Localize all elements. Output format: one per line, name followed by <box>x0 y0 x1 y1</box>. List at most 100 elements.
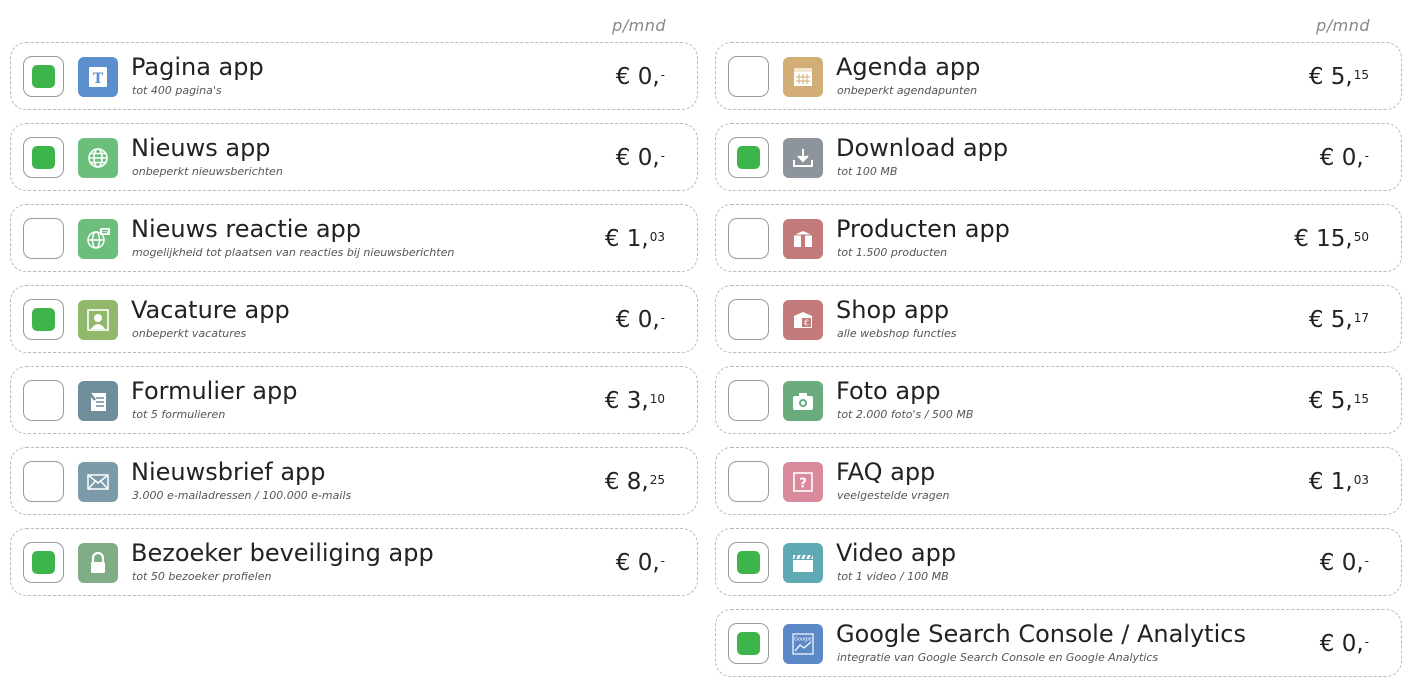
camera-icon <box>783 381 823 421</box>
price-main: € 0, <box>615 64 660 90</box>
app-subtitle: tot 100 MB <box>837 165 898 178</box>
app-checkbox[interactable] <box>728 299 769 340</box>
app-row-nieuws-reactie-app[interactable]: Nieuws reactie app mogelijkheid tot plaat… <box>10 204 698 272</box>
app-row-shop-app[interactable]: € Shop app alle webshop functies € 5,17 <box>715 285 1402 353</box>
calendar-icon <box>783 57 823 97</box>
app-subtitle: tot 1 video / 100 MB <box>837 570 949 583</box>
app-checkbox[interactable] <box>728 623 769 664</box>
app-price: € 1,03 <box>1309 468 1369 496</box>
app-title: Producten app <box>836 215 1010 243</box>
price-cents: 50 <box>1353 230 1369 244</box>
left-column: p/mnd T Pagina app tot 400 pagina's € 0,- Ni… <box>10 0 698 609</box>
price-cents: 17 <box>1353 311 1369 325</box>
price-main: € 5, <box>1308 388 1353 414</box>
app-title: Nieuws reactie app <box>131 215 362 243</box>
app-subtitle: veelgestelde vragen <box>837 489 950 502</box>
price-main: € 15, <box>1294 226 1353 252</box>
app-checkbox[interactable] <box>728 542 769 583</box>
app-subtitle: tot 1.500 producten <box>837 246 948 259</box>
app-row-download-app[interactable]: Download app tot 100 MB € 0,- <box>715 123 1402 191</box>
app-subtitle: tot 5 formulieren <box>132 408 226 421</box>
app-checkbox[interactable] <box>23 461 64 502</box>
app-checkbox[interactable] <box>23 542 64 583</box>
envelope-icon <box>78 462 118 502</box>
app-title: Pagina app <box>131 53 264 81</box>
price-main: € 1, <box>604 226 649 252</box>
app-title: Agenda app <box>836 53 981 81</box>
app-subtitle: onbeperkt vacatures <box>132 327 247 340</box>
price-main: € 5, <box>1308 307 1353 333</box>
app-row-vacature-app[interactable]: Vacature app onbeperkt vacatures € 0,- <box>10 285 698 353</box>
right-column: p/mnd Agenda app onbeperkt agendapunten € … <box>715 0 1402 690</box>
app-price: € 15,50 <box>1294 225 1369 253</box>
price-cents: - <box>660 311 665 325</box>
app-checkbox[interactable] <box>23 56 64 97</box>
checkbox-checked-mark <box>737 632 760 655</box>
app-checkbox[interactable] <box>728 137 769 178</box>
app-subtitle: onbeperkt agendapunten <box>837 84 978 97</box>
svg-text:T: T <box>93 71 104 87</box>
app-price: € 5,17 <box>1309 306 1369 334</box>
app-checkbox[interactable] <box>23 299 64 340</box>
app-checkbox[interactable] <box>23 218 64 259</box>
clapperboard-icon <box>783 543 823 583</box>
app-title: FAQ app <box>836 458 936 486</box>
price-cents: - <box>660 554 665 568</box>
checkbox-checked-mark <box>32 308 55 331</box>
app-checkbox[interactable] <box>728 56 769 97</box>
price-main: € 8, <box>604 469 649 495</box>
app-row-video-app[interactable]: Video app tot 1 video / 100 MB € 0,- <box>715 528 1402 596</box>
app-row-producten-app[interactable]: Producten app tot 1.500 producten € 15,50 <box>715 204 1402 272</box>
price-main: € 0, <box>1319 550 1364 576</box>
app-checkbox[interactable] <box>728 218 769 259</box>
app-checkbox[interactable] <box>728 461 769 502</box>
app-subtitle: integratie van Google Search Console en … <box>837 651 1159 664</box>
app-row-nieuwsbrief-app[interactable]: Nieuwsbrief app 3.000 e-mailadressen / 10… <box>10 447 698 515</box>
app-price: € 0,- <box>1320 144 1369 172</box>
app-price: € 0,- <box>616 306 665 334</box>
app-row-faq-app[interactable]: ? FAQ app veelgestelde vragen € 1,03 <box>715 447 1402 515</box>
app-price: € 0,- <box>616 144 665 172</box>
app-price: € 0,- <box>616 63 665 91</box>
svg-text:?: ? <box>799 477 807 492</box>
price-cents: 10 <box>649 392 665 406</box>
app-title: Formulier app <box>131 377 298 405</box>
per-month-label: p/mnd <box>612 16 666 35</box>
person-portrait-icon <box>78 300 118 340</box>
price-main: € 0, <box>615 307 660 333</box>
lock-icon <box>78 543 118 583</box>
shop-bag-icon: € <box>783 300 823 340</box>
price-cents: 15 <box>1353 392 1369 406</box>
price-cents: - <box>1364 635 1369 649</box>
app-row-bezoeker-beveiliging-app[interactable]: Bezoeker beveiliging app tot 50 bezoeker … <box>10 528 698 596</box>
form-pencil-icon <box>78 381 118 421</box>
app-row-pagina-app[interactable]: T Pagina app tot 400 pagina's € 0,- <box>10 42 698 110</box>
price-main: € 1, <box>1308 469 1353 495</box>
price-cents: 03 <box>649 230 665 244</box>
app-checkbox[interactable] <box>728 380 769 421</box>
app-row-google-search-console-analytics[interactable]: Google Google Search Console / Analytics i… <box>715 609 1402 677</box>
app-subtitle: tot 400 pagina's <box>132 84 222 97</box>
app-title: Download app <box>836 134 1009 162</box>
checkbox-checked-mark <box>32 551 55 574</box>
price-main: € 0, <box>1319 631 1364 657</box>
app-price: € 0,- <box>1320 630 1369 658</box>
app-checkbox[interactable] <box>23 137 64 178</box>
app-row-nieuws-app[interactable]: Nieuws app onbeperkt nieuwsberichten € 0,- <box>10 123 698 191</box>
checkbox-checked-mark <box>32 146 55 169</box>
left-app-list: T Pagina app tot 400 pagina's € 0,- Nieuws a… <box>10 42 698 596</box>
app-checkbox[interactable] <box>23 380 64 421</box>
app-row-foto-app[interactable]: Foto app tot 2.000 foto's / 500 MB € 5,15 <box>715 366 1402 434</box>
app-price: € 3,10 <box>605 387 665 415</box>
app-subtitle: tot 2.000 foto's / 500 MB <box>837 408 974 421</box>
app-row-agenda-app[interactable]: Agenda app onbeperkt agendapunten € 5,15 <box>715 42 1402 110</box>
app-title: Bezoeker beveiliging app <box>131 539 434 567</box>
svg-text:Google: Google <box>794 637 812 643</box>
app-subtitle: onbeperkt nieuwsberichten <box>132 165 283 178</box>
price-cents: - <box>660 149 665 163</box>
app-row-formulier-app[interactable]: Formulier app tot 5 formulieren € 3,10 <box>10 366 698 434</box>
checkbox-checked-mark <box>737 146 760 169</box>
app-price: € 0,- <box>1320 549 1369 577</box>
right-app-list: Agenda app onbeperkt agendapunten € 5,15 Do… <box>715 42 1402 677</box>
app-title: Nieuws app <box>131 134 271 162</box>
